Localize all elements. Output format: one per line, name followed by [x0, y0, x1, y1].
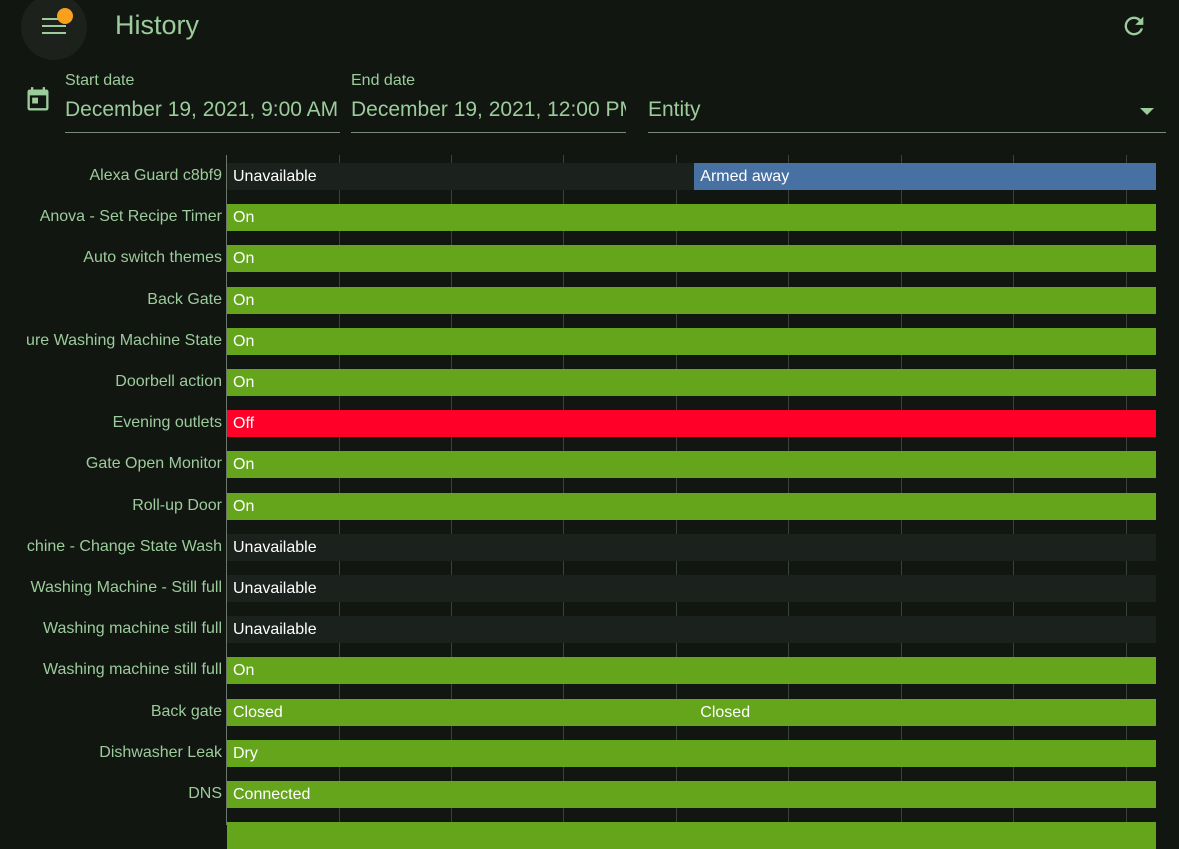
end-date-value[interactable]: December 19, 2021, 12:00 PM — [351, 98, 626, 122]
state-segment[interactable]: On — [227, 369, 1156, 396]
timeline-row: Roll-up Door On — [0, 493, 1179, 520]
state-segment[interactable]: Closed — [694, 699, 1156, 726]
state-segment[interactable]: Off — [227, 410, 1156, 437]
dropdown-arrow-icon[interactable] — [1140, 108, 1154, 115]
entity-label[interactable]: DNS — [188, 785, 222, 803]
state-segment[interactable]: Dry — [227, 740, 1156, 767]
timeline-row: Washing machine still full Unavailable — [0, 616, 1179, 643]
menu-button[interactable] — [21, 0, 87, 60]
state-segment[interactable] — [227, 822, 1156, 849]
entity-label[interactable]: Back Gate — [147, 291, 222, 309]
state-segment[interactable]: On — [227, 287, 1156, 314]
state-segment[interactable]: Armed away — [694, 163, 1156, 190]
refresh-icon[interactable] — [1120, 12, 1148, 40]
start-date-label: Start date — [65, 72, 135, 89]
entity-picker[interactable]: Entity — [648, 70, 1166, 133]
history-timeline: Alexa Guard c8bf9 Unavailable Armed away An… — [0, 155, 1179, 849]
timeline-row: Back Gate On — [0, 287, 1179, 314]
start-date-field[interactable]: Start date December 19, 2021, 9:00 AM — [65, 70, 340, 133]
entity-placeholder: Entity — [648, 98, 701, 121]
timeline-row: Doorbell action On — [0, 369, 1179, 396]
timeline-row: DNS Connected — [0, 781, 1179, 808]
timeline-row: chine - Change State Wash Unavailable — [0, 534, 1179, 561]
timeline-row: Washing Machine - Still full Unavailable — [0, 575, 1179, 602]
timeline-row: Alexa Guard c8bf9 Unavailable Armed away — [0, 163, 1179, 190]
timeline-row: Gate Open Monitor On — [0, 451, 1179, 478]
timeline-row: Washing machine still full On — [0, 657, 1179, 684]
timeline-row: Anova - Set Recipe Timer On — [0, 204, 1179, 231]
entity-label[interactable]: Auto switch themes — [83, 249, 222, 267]
entity-label[interactable]: chine - Change State Wash — [27, 538, 222, 556]
entity-label[interactable]: Washing machine still full — [43, 620, 222, 638]
end-date-label: End date — [351, 72, 416, 89]
timeline-row: Evening outlets Off — [0, 410, 1179, 437]
end-date-field[interactable]: End date December 19, 2021, 12:00 PM — [351, 70, 626, 133]
entity-label[interactable]: Gate Open Monitor — [86, 455, 222, 473]
timeline-row: Auto switch themes On — [0, 245, 1179, 272]
entity-label[interactable]: Washing Machine - Still full — [31, 579, 222, 597]
start-date-value[interactable]: December 19, 2021, 9:00 AM — [65, 98, 340, 122]
state-segment[interactable]: On — [227, 328, 1156, 355]
state-segment[interactable]: On — [227, 245, 1156, 272]
entity-label[interactable]: Washing machine still full — [43, 661, 222, 679]
entity-label[interactable]: Dishwasher Leak — [99, 744, 222, 762]
entity-label[interactable]: Roll-up Door — [132, 497, 222, 515]
timeline-row: Back gate Closed Closed — [0, 699, 1179, 726]
entity-label[interactable]: ure Washing Machine State — [26, 332, 222, 350]
timeline-row: Dishwasher Leak Dry — [0, 740, 1179, 767]
state-segment[interactable]: Unavailable — [227, 575, 1156, 602]
state-segment[interactable]: On — [227, 451, 1156, 478]
state-segment[interactable]: Connected — [227, 781, 1156, 808]
calendar-icon — [27, 87, 49, 111]
state-segment[interactable]: Unavailable — [227, 163, 695, 190]
entity-label[interactable]: Evening outlets — [113, 414, 222, 432]
state-segment[interactable]: On — [227, 204, 1156, 231]
entity-label[interactable]: Alexa Guard c8bf9 — [89, 167, 222, 185]
entity-label[interactable]: Doorbell action — [115, 373, 222, 391]
entity-label[interactable]: Back gate — [151, 703, 222, 721]
state-segment[interactable]: Unavailable — [227, 534, 1156, 561]
app-header: History — [0, 0, 1179, 60]
state-segment[interactable]: Unavailable — [227, 616, 1156, 643]
page-title: History — [115, 10, 200, 40]
state-segment[interactable]: On — [227, 657, 1156, 684]
state-segment[interactable]: On — [227, 493, 1156, 520]
notification-dot — [57, 8, 73, 24]
state-segment[interactable]: Closed — [227, 699, 695, 726]
timeline-row: ure Washing Machine State On — [0, 328, 1179, 355]
timeline-row — [0, 822, 1179, 849]
entity-label[interactable]: Anova - Set Recipe Timer — [40, 208, 222, 226]
